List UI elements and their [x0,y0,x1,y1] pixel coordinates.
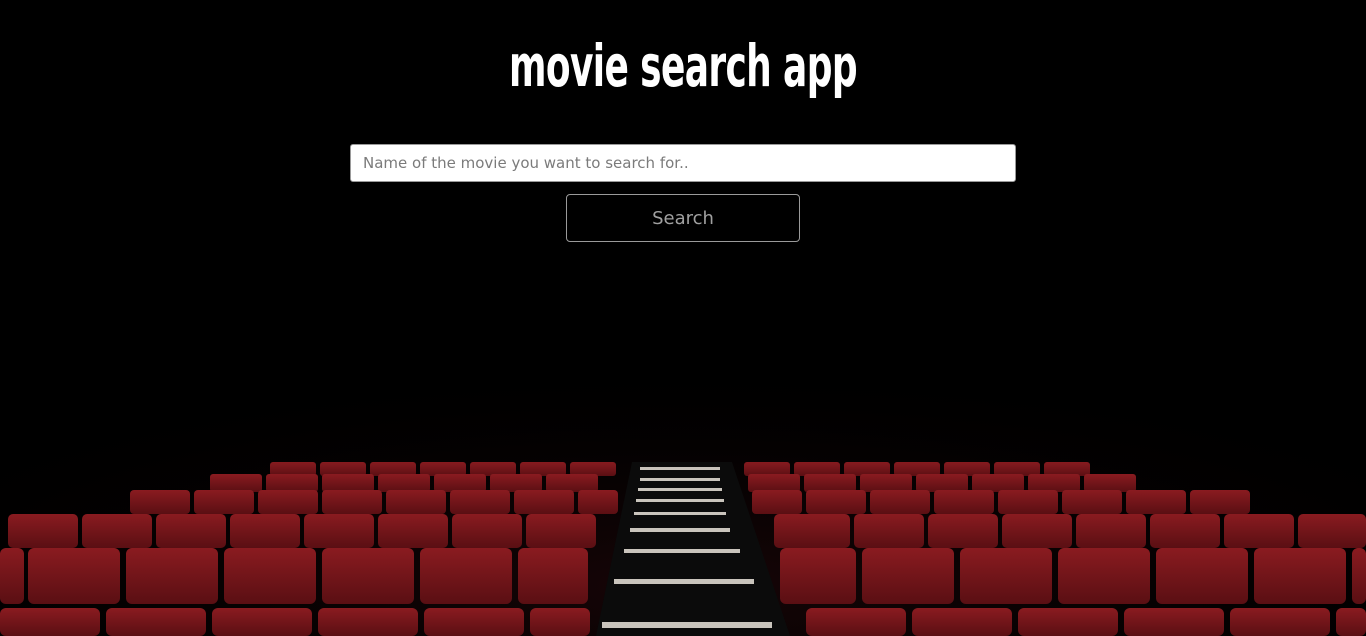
page: movie search app Search [0,0,1366,636]
search-button[interactable]: Search [566,194,800,242]
movie-search-input[interactable] [350,144,1016,182]
search-panel: movie search app Search [0,0,1366,260]
page-title: movie search app [509,32,858,100]
